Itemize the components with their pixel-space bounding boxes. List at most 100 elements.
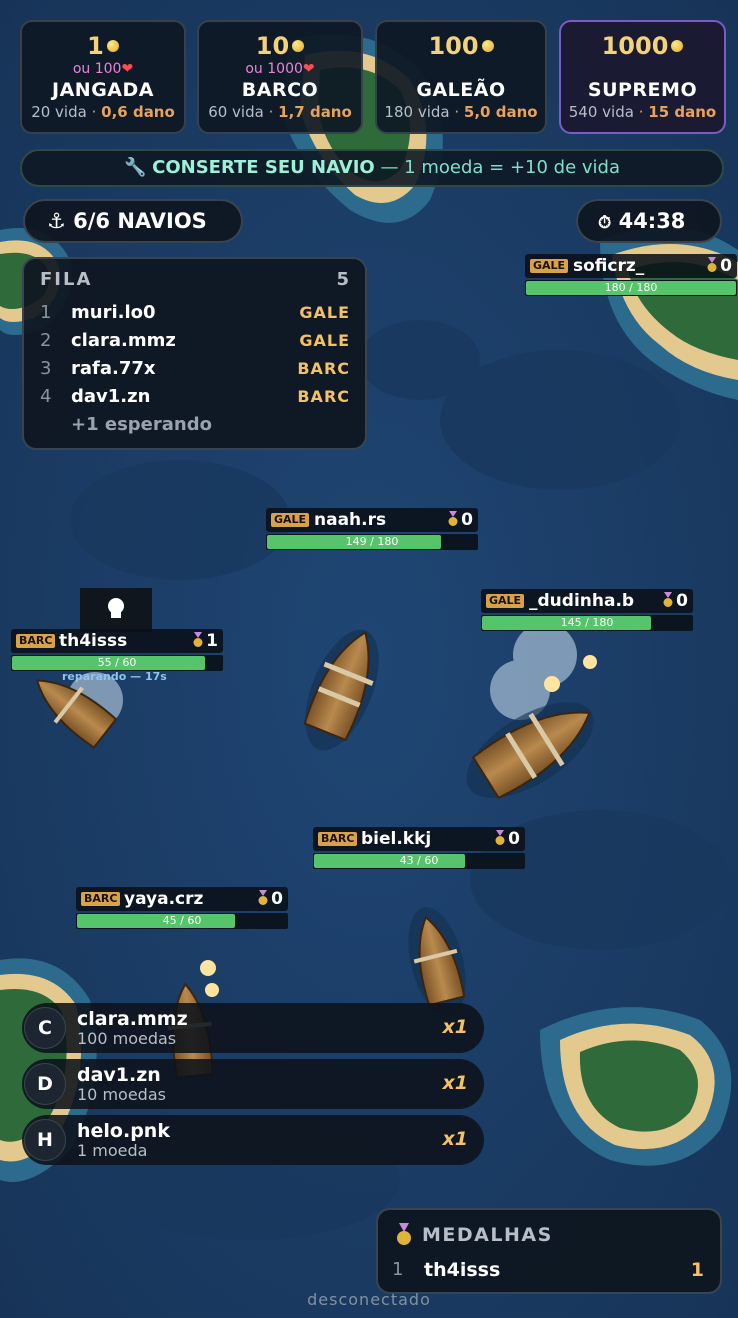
player-name-bar: BARC th4isss 1 — [11, 629, 223, 653]
price: 100 — [428, 32, 479, 60]
anchor-icon: ⚓ — [47, 209, 66, 233]
player-label: BARC th4isss 1 55 / 60 — [11, 629, 223, 673]
health-text: 55 / 60 — [97, 656, 137, 669]
ship-hp: 20 vida — [31, 103, 87, 121]
repair-banner[interactable]: 🔧 CONSERTE SEU NAVIO — 1 moeda = +10 de … — [20, 149, 724, 187]
health-bar: 145 / 180 — [481, 615, 693, 631]
queue-row: 4 dav1.zn BARC — [40, 383, 350, 411]
medal-icon — [495, 830, 505, 845]
ship-name: SUPREMO — [587, 79, 698, 101]
player-name: biel.kkj — [361, 829, 432, 849]
stopwatch-icon: ⏱ — [598, 213, 612, 233]
player-label: GALE _dudinha.b 0 145 / 180 — [481, 589, 693, 633]
player-label: GALE naah.rs 0 149 / 180 — [266, 508, 478, 552]
queue-pos: 2 — [40, 330, 52, 351]
avatar: D — [24, 1063, 66, 1105]
ship-name: JANGADA — [52, 79, 154, 101]
ship-type-badge: BARC — [16, 634, 56, 648]
medal-icon — [707, 257, 717, 272]
ships-count-text: 6/6 NAVIOS — [73, 209, 207, 233]
medal-icon — [258, 890, 268, 905]
ship-damage: 0,6 dano — [101, 103, 175, 121]
queue-type: GALE — [299, 331, 350, 350]
health-text: 45 / 60 — [162, 914, 202, 927]
queue-type: BARC — [297, 359, 350, 378]
queue-row: 3 rafa.77x BARC — [40, 355, 350, 383]
donor-multiplier: x1 — [442, 1016, 468, 1038]
player-name: th4isss — [59, 631, 128, 651]
ship-name: GALEÃO — [416, 79, 506, 101]
price: 1000 — [601, 32, 669, 60]
ship-type-badge: GALE — [486, 594, 525, 608]
ship-hp: 540 vida — [568, 103, 634, 121]
avatar: H — [24, 1119, 66, 1161]
alt-price: ou 100 — [72, 61, 122, 77]
queue-user: muri.lo0 — [71, 302, 156, 323]
timer: ⏱ 44:38 — [576, 199, 722, 243]
health-bar: 149 / 180 — [266, 534, 478, 550]
health-text: 43 / 60 — [399, 854, 439, 867]
player-medals: 0 — [720, 256, 732, 276]
medal-icon — [663, 592, 673, 607]
player-name: soficrz_ — [573, 256, 645, 276]
coin-icon — [671, 39, 684, 52]
ship-type-badge: GALE — [530, 259, 569, 273]
player-name-bar: GALE _dudinha.b 0 — [481, 589, 693, 613]
queue-count: 5 — [336, 269, 349, 290]
queue-type: BARC — [297, 387, 350, 406]
donor-name: dav1.zn — [77, 1064, 161, 1086]
player-name: naah.rs — [314, 510, 387, 530]
player-medals: 0 — [676, 591, 688, 611]
medal-count: 1 — [690, 1259, 704, 1281]
queue-title: FILA — [40, 269, 93, 290]
avatar: C — [24, 1007, 66, 1049]
pirate-flag-icon — [80, 588, 152, 632]
ship-damage: 1,7 dano — [278, 103, 352, 121]
ship-name: BARCO — [241, 79, 319, 101]
queue-waiting: +1 esperando — [71, 414, 212, 435]
price: 10 — [255, 32, 290, 60]
health-bar: 55 / 60 — [11, 655, 223, 671]
player-label: GALE soficrz_ 0 180 / 180 — [525, 254, 737, 298]
ships-count: ⚓ 6/6 NAVIOS — [23, 199, 243, 243]
player-medals: 0 — [461, 510, 473, 530]
shop-card-barco[interactable]: 10 ou 1000❤ BARCO 60 vida · 1,7 dano — [197, 20, 363, 134]
queue-row: 2 clara.mmz GALE — [40, 327, 350, 355]
queue-pos: 4 — [40, 386, 52, 407]
wrench-icon: 🔧 — [123, 157, 147, 178]
shop-card-galeao[interactable]: 100 GALEÃO 180 vida · 5,0 dano — [375, 20, 547, 134]
ship-type-badge: GALE — [271, 513, 310, 527]
donor-multiplier: x1 — [442, 1072, 468, 1094]
player-label: BARC yaya.crz 0 45 / 60 — [76, 887, 288, 931]
price: 1 — [87, 32, 104, 60]
ship-hp: 60 vida — [208, 103, 264, 121]
queue-pos: 3 — [40, 358, 52, 379]
donor-coins: 10 moedas — [77, 1085, 166, 1104]
shop-card-jangada[interactable]: 1 ou 100❤ JANGADA 20 vida · 0,6 dano — [20, 20, 186, 134]
health-bar: 45 / 60 — [76, 913, 288, 929]
donor-coins: 100 moedas — [77, 1029, 177, 1048]
shop-card-supremo[interactable]: 1000 SUPREMO 540 vida · 15 dano — [559, 20, 726, 134]
player-name-bar: GALE naah.rs 0 — [266, 508, 478, 532]
ship-type-badge: BARC — [81, 892, 121, 906]
coin-icon — [292, 39, 305, 52]
medals-panel: MEDALHAS 1 th4isss 1 — [376, 1208, 722, 1294]
player-medals: 0 — [508, 829, 520, 849]
player-medals: 1 — [206, 631, 218, 651]
coin-icon — [106, 39, 119, 52]
ship-hp: 180 vida — [384, 103, 450, 121]
player-label: BARC biel.kkj 0 43 / 60 — [313, 827, 525, 871]
donor-multiplier: x1 — [442, 1128, 468, 1150]
repair-title: CONSERTE SEU NAVIO — [152, 157, 375, 178]
queue-panel: FILA 5 1 muri.lo0 GALE 2 clara.mmz GALE 3 raf… — [22, 257, 367, 450]
donor-name: helo.pnk — [77, 1120, 170, 1142]
medals-title: MEDALHAS — [422, 1224, 553, 1246]
heart-icon: ❤ — [302, 61, 315, 77]
medal-user: th4isss — [424, 1259, 501, 1281]
health-text: 145 / 180 — [560, 616, 614, 629]
player-medals: 0 — [271, 889, 283, 909]
medal-icon — [397, 1223, 411, 1245]
donor-row: C clara.mmz 100 moedas x1 — [22, 1003, 484, 1053]
connection-status: desconectado — [307, 1290, 431, 1309]
donor-name: clara.mmz — [77, 1008, 188, 1030]
